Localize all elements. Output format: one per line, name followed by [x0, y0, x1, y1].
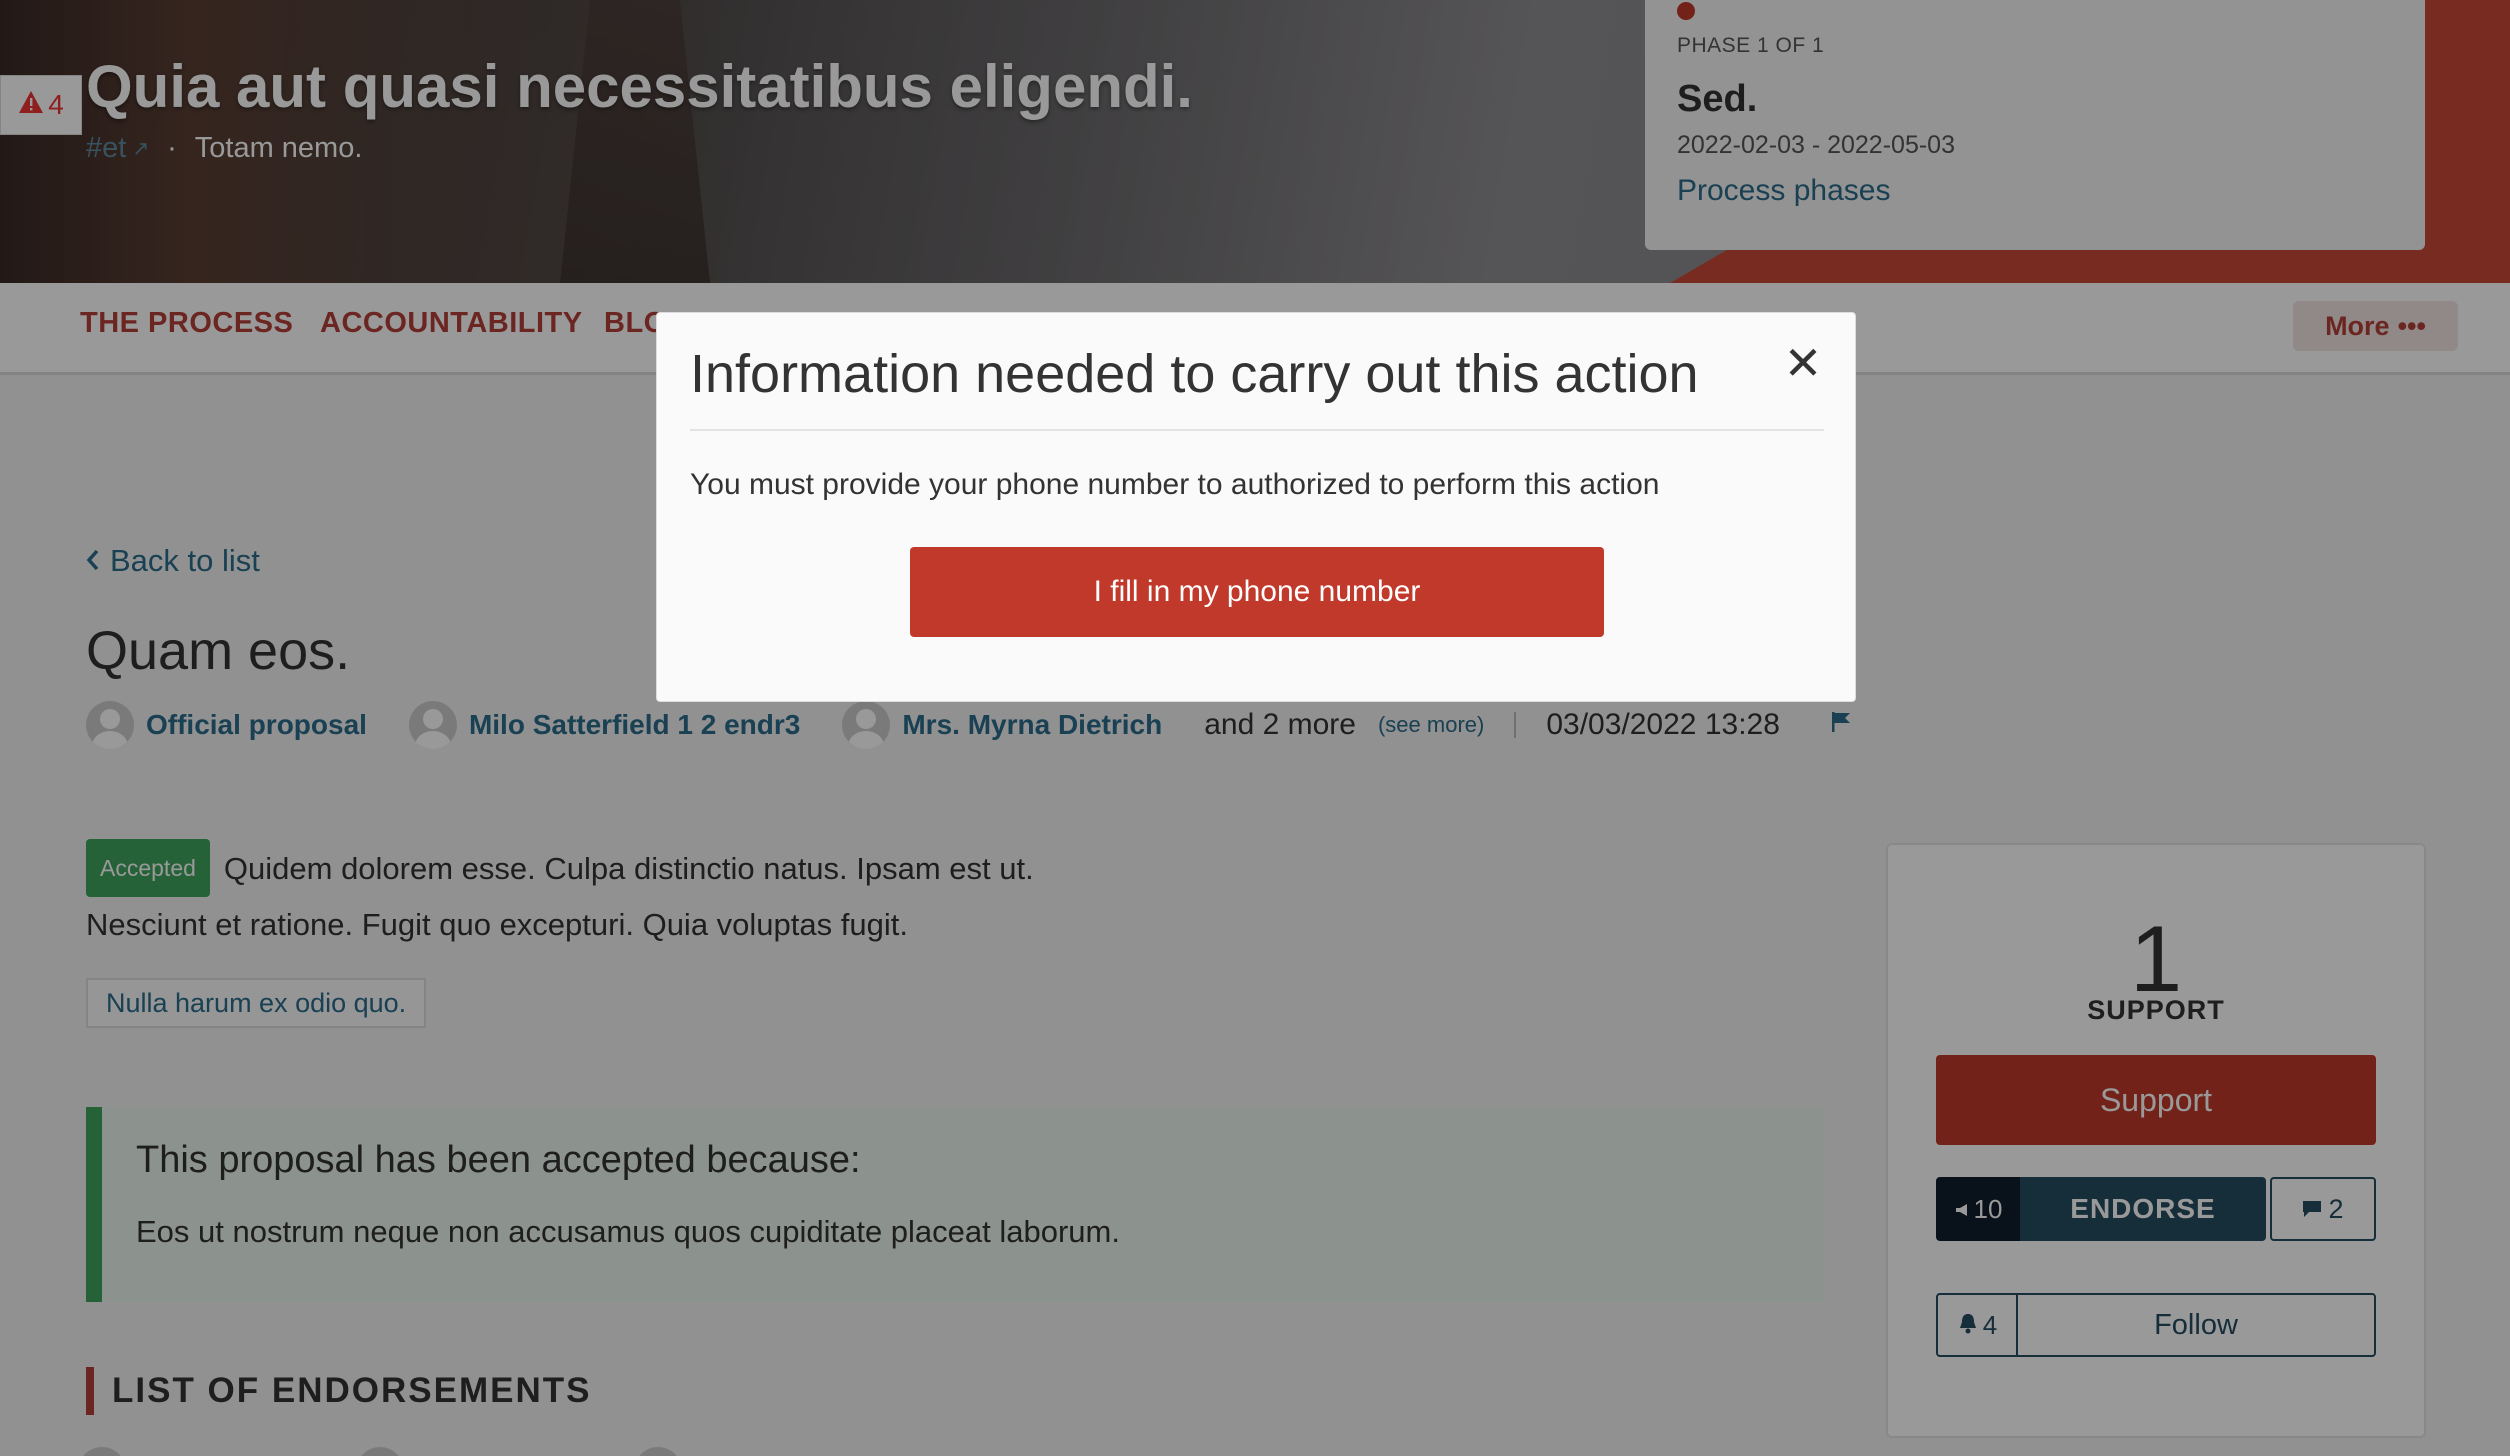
fill-phone-number-button[interactable]: I fill in my phone number — [910, 547, 1604, 637]
modal-message: You must provide your phone number to au… — [690, 468, 1660, 501]
modal-title: Information needed to carry out this act… — [690, 344, 1699, 404]
close-icon[interactable]: ✕ — [1781, 340, 1825, 386]
modal-overlay[interactable] — [0, 0, 2510, 1456]
authorization-modal: Information needed to carry out this act… — [656, 312, 1856, 702]
modal-divider — [690, 429, 1824, 431]
